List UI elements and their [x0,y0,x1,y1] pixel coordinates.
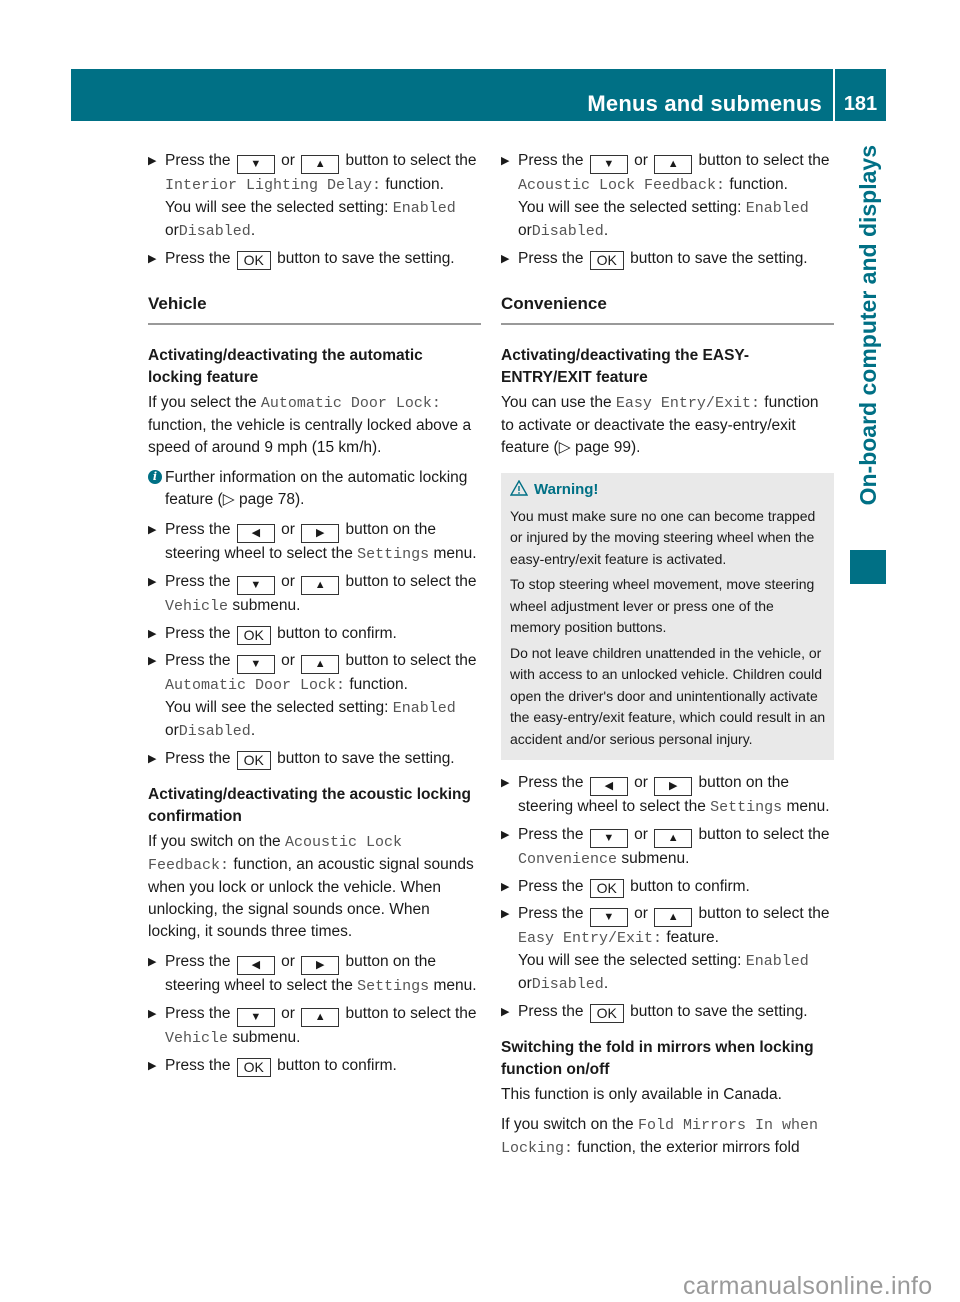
ok-button-glyph: OK [589,1004,624,1023]
up-button-glyph: ▲ [301,1008,340,1027]
ok-button-glyph: OK [236,751,271,770]
step-arrow-icon: ▶ [148,628,157,640]
step-arrow-icon: ▶ [501,829,510,841]
up-button-glyph: ▲ [654,829,693,848]
step: ▶ Press the OK button to save the settin… [148,250,455,270]
down-button-glyph: ▼ [589,908,628,927]
step-arrow-icon: ▶ [501,908,510,920]
ok-button-glyph: OK [236,251,271,270]
step: ▶ Press the ▼ or ▲ button to select the … [501,905,830,993]
step: ▶ Press the ▼ or ▲ button to select the … [148,573,477,615]
step-arrow-icon: ▶ [148,1008,157,1020]
step: ▶ Press the ◀ or ▶ button on the steerin… [148,953,477,995]
step: ▶ Press the OK button to confirm. [501,878,750,898]
warning-title: Warning! [534,481,599,498]
step-arrow-icon: ▶ [148,576,157,588]
step-arrow-icon: ▶ [148,155,157,167]
step-arrow-icon: ▶ [148,655,157,667]
subheading-easy-entry: Activating/deactivating the EASY-ENTRY/E… [501,347,750,386]
step-arrow-icon: ▶ [148,524,157,536]
step: ▶ Press the OK button to save the settin… [501,1003,808,1023]
ok-button-glyph: OK [236,626,271,645]
subheading-acoustic: Activating/deactivating the acoustic loc… [148,786,471,825]
step-arrow-icon: ▶ [501,253,510,265]
step: ▶ Press the ◀ or ▶ button on the steerin… [148,521,477,563]
down-button-glyph: ▼ [236,576,275,595]
step: ▶ Press the ▼ or ▲ button to select the … [501,826,830,868]
paragraph: You can use the Easy Entry/Exit: functio… [501,394,819,456]
step: ▶ Press the OK button to save the settin… [148,750,455,770]
right-button-glyph: ▶ [654,777,693,796]
paragraph: If you switch on the Acoustic Lock Feedb… [148,833,474,940]
step-arrow-icon: ▶ [148,753,157,765]
ok-button-glyph: OK [236,1058,271,1077]
warning-box: Warning! You must make sure no one can b… [501,473,834,760]
right-button-glyph: ▶ [301,956,340,975]
header-band: Menus and submenus 181 [71,69,886,121]
ok-button-glyph: OK [589,879,624,898]
up-button-glyph: ▲ [301,655,340,674]
right-column: ▶ Press the ▼ or ▲ button to select the … [501,150,834,1168]
up-button-glyph: ▲ [654,155,693,174]
step: ▶ Press the ▼ or ▲ button to select the … [148,152,477,240]
step: ▶ Press the ▼ or ▲ button to select the … [501,152,830,240]
info-icon: i [148,470,162,484]
step-arrow-icon: ▶ [501,155,510,167]
left-button-glyph: ◀ [589,777,628,796]
subheading-autolock: Activating/deactivating the automatic lo… [148,347,423,386]
warning-header: Warning! [509,479,826,503]
page-title: Menus and submenus [587,91,822,116]
paragraph: If you select the Automatic Door Lock: f… [148,394,472,456]
step: ▶ Press the ▼ or ▲ button to select the … [148,1005,477,1047]
section-title-vehicle: Vehicle [148,293,481,325]
warning-triangle-icon [509,479,529,503]
down-button-glyph: ▼ [236,655,275,674]
paragraph: If you switch on the Fold Mirrors In whe… [501,1116,819,1157]
up-button-glyph: ▲ [654,908,693,927]
paragraph: This function is only available in Canad… [501,1086,782,1103]
step-arrow-icon: ▶ [501,777,510,789]
section-title-convenience: Convenience [501,293,834,325]
step: ▶ Press the ◀ or ▶ button on the steerin… [501,774,830,816]
up-button-glyph: ▲ [301,576,340,595]
chapter-tab: On-board computer and displays [850,145,886,545]
step-arrow-icon: ▶ [148,956,157,968]
warning-paragraph: You must make sure no one can become tra… [510,507,816,567]
watermark: carmanualsonline.info [683,1272,933,1300]
step: ▶ Press the OK button to save the settin… [501,250,808,270]
step-arrow-icon: ▶ [148,253,157,265]
warning-paragraph: To stop steering wheel movement, move st… [510,576,815,635]
chapter-tab-label: On-board computer and displays [855,145,881,506]
warning-paragraph: Do not leave children unattended in the … [510,644,826,747]
step-arrow-icon: ▶ [148,1060,157,1072]
left-button-glyph: ◀ [236,524,275,543]
right-button-glyph: ▶ [301,524,340,543]
subheading-mirrors: Switching the fold in mirrors when locki… [501,1039,814,1078]
up-button-glyph: ▲ [301,155,340,174]
down-button-glyph: ▼ [589,155,628,174]
step-arrow-icon: ▶ [501,881,510,893]
page-number: 181 [843,93,878,115]
down-button-glyph: ▼ [236,155,275,174]
down-button-glyph: ▼ [589,829,628,848]
chapter-marker [850,550,886,584]
step: ▶ Press the ▼ or ▲ button to select the … [148,652,477,740]
down-button-glyph: ▼ [236,1008,275,1027]
function-name: Interior Lighting Delay: [165,177,382,194]
info-text: Further information on the automatic loc… [165,469,468,508]
step: ▶ Press the OK button to confirm. [148,625,397,645]
step: ▶ Press the OK button to confirm. [148,1057,397,1077]
ok-button-glyph: OK [589,251,624,270]
left-column: ▶ Press the ▼ or ▲ button to select the … [148,150,481,1082]
info-note: i Further information on the automatic l… [148,467,481,511]
step-arrow-icon: ▶ [501,1006,510,1018]
left-button-glyph: ◀ [236,956,275,975]
